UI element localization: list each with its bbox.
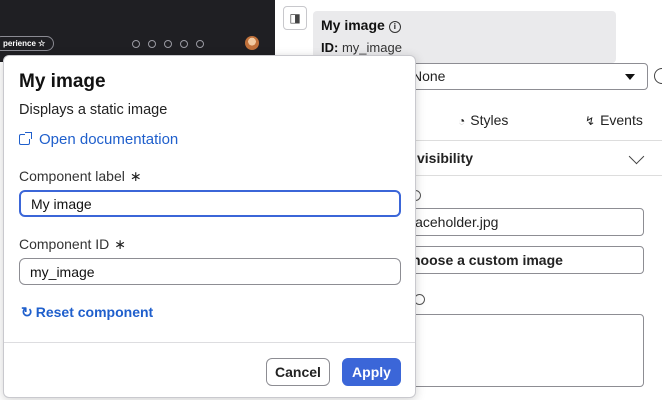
collapse-panel-button[interactable]: ◨ [283, 6, 307, 30]
avatar[interactable] [245, 36, 259, 50]
chevron-down-icon [628, 148, 645, 165]
external-link-icon [19, 132, 32, 145]
component-id-input[interactable] [19, 258, 401, 285]
popover-description: Displays a static image [19, 102, 168, 118]
preview-toolbar-icons [132, 36, 204, 52]
open-documentation-link[interactable]: Open documentation [19, 131, 178, 148]
component-popover: My image Displays a static image Open do… [3, 55, 416, 398]
choose-custom-image-button[interactable]: hoose a custom image [395, 246, 644, 274]
bell-icon[interactable] [196, 40, 204, 48]
palette-icon: ◔ [458, 114, 466, 128]
footer-divider [4, 342, 415, 343]
bolt-icon: ↯ [585, 114, 596, 128]
preview-experience-pill[interactable]: perience ☆ [0, 36, 54, 51]
info-icon[interactable]: i [388, 21, 401, 33]
sidebar-toggle-icon: ◨ [289, 11, 301, 25]
settings-icon[interactable] [654, 68, 662, 84]
panel-title: My image i [321, 17, 401, 33]
image-source-input[interactable]: laceholder.jpg [395, 208, 644, 236]
dot-icon[interactable] [148, 40, 156, 48]
cancel-button[interactable]: Cancel [266, 358, 330, 386]
refresh-icon: ↻ [21, 304, 33, 320]
component-label-input[interactable] [19, 190, 401, 217]
panel-tabs: ◔ Styles ↯ Events [395, 112, 662, 138]
tab-styles[interactable]: ◔ Styles [458, 112, 508, 128]
app-preview: perience ☆ [0, 0, 275, 62]
source-select[interactable]: None [395, 63, 648, 90]
component-label-label: Component label ∗ [19, 168, 142, 184]
apply-button[interactable]: Apply [342, 358, 401, 386]
tab-events[interactable]: ↯ Events [585, 112, 643, 128]
visibility-section-header[interactable]: visibility [395, 140, 662, 176]
caret-down-icon [625, 74, 635, 80]
popover-title: My image [19, 71, 106, 92]
help-icon[interactable] [180, 40, 188, 48]
component-id-label: Component ID ∗ [19, 236, 127, 252]
panel-component-id: ID: my_image [321, 40, 402, 55]
search-icon[interactable] [132, 40, 140, 48]
required-asterisk: ∗ [129, 168, 142, 184]
required-asterisk: ∗ [114, 236, 127, 252]
reset-component-link[interactable]: ↻ Reset component [21, 304, 153, 321]
alt-text-textarea[interactable] [395, 314, 644, 387]
link-icon[interactable] [164, 40, 172, 48]
